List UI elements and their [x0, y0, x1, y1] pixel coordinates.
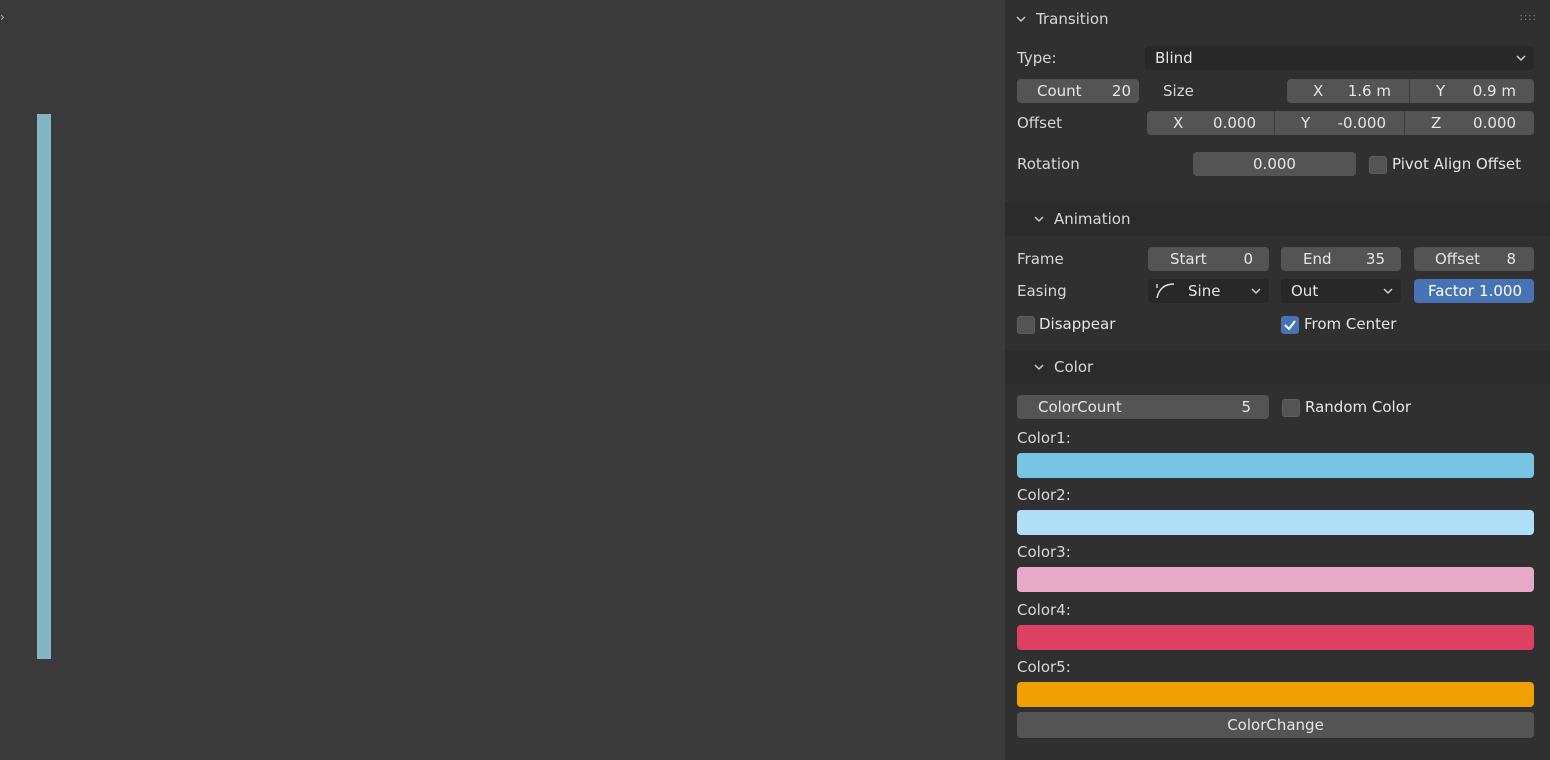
- random-color-label: Random Color: [1305, 398, 1412, 416]
- from-center-label: From Center: [1304, 315, 1397, 333]
- from-center-checkbox[interactable]: [1281, 316, 1299, 334]
- easing-label: Easing: [1017, 282, 1067, 300]
- size-y-label: Y: [1436, 82, 1446, 100]
- disappear-checkbox[interactable]: [1017, 316, 1035, 334]
- disappear-label: Disappear: [1039, 315, 1116, 333]
- factor-field[interactable]: Factor 1.000: [1414, 279, 1534, 303]
- chevron-down-icon: [1516, 55, 1526, 62]
- count-label: Count: [1037, 82, 1082, 100]
- offset-z-value: 0.000: [1473, 114, 1516, 132]
- blind-strip: [37, 114, 51, 659]
- color2-swatch[interactable]: [1017, 510, 1534, 535]
- offset-x-label: X: [1173, 114, 1184, 132]
- colorcount-value: 5: [1241, 398, 1251, 416]
- type-value: Blind: [1155, 49, 1193, 67]
- transition-panel: Transition :::: Type: Blind Count 20 Siz…: [1005, 0, 1550, 760]
- factor-label: Factor: [1428, 282, 1474, 300]
- chevron-down-icon: [1016, 14, 1026, 24]
- chevron-down-icon: [1383, 288, 1393, 295]
- pivot-align-checkbox[interactable]: [1369, 156, 1387, 174]
- panel-header-transition[interactable]: Transition ::::: [1005, 0, 1550, 38]
- start-value: 0: [1243, 250, 1253, 268]
- size-x-label: X: [1313, 82, 1324, 100]
- color3-swatch[interactable]: [1017, 567, 1534, 592]
- end-label: End: [1303, 250, 1332, 268]
- color4-label: Color4:: [1017, 601, 1071, 619]
- pivot-align-label: Pivot Align Offset: [1392, 155, 1522, 173]
- viewport[interactable]: ›: [0, 0, 1005, 760]
- frame-offset-field[interactable]: Offset 8: [1414, 247, 1534, 271]
- size-group: X 1.6 m Y 0.9 m: [1287, 79, 1534, 103]
- panel-header-color[interactable]: Color: [1005, 350, 1550, 384]
- factor-value: 1.000: [1479, 282, 1522, 300]
- colorcount-label: ColorCount: [1038, 398, 1122, 416]
- frame-offset-value: 8: [1506, 250, 1516, 268]
- chevron-down-icon: [1034, 362, 1044, 372]
- color5-swatch[interactable]: [1017, 682, 1534, 707]
- size-label: Size: [1163, 82, 1194, 100]
- rotation-field[interactable]: 0.000: [1193, 152, 1356, 176]
- color1-swatch[interactable]: [1017, 453, 1534, 478]
- rotation-value: 0.000: [1253, 155, 1296, 173]
- offset-y-value: -0.000: [1337, 114, 1386, 132]
- easing-mode-value: Out: [1291, 282, 1319, 300]
- drag-grip-icon[interactable]: ::::: [1520, 12, 1537, 23]
- size-y-value: 0.9 m: [1472, 82, 1516, 100]
- start-label: Start: [1170, 250, 1207, 268]
- count-field[interactable]: Count 20: [1017, 79, 1139, 103]
- size-y-field[interactable]: Y 0.9 m: [1410, 79, 1534, 103]
- easing-curve-icon: [1156, 283, 1175, 299]
- easing-type-dropdown[interactable]: Sine: [1148, 279, 1269, 303]
- offset-z-label: Z: [1431, 114, 1442, 132]
- offset-label: Offset: [1017, 114, 1063, 132]
- offset-z-field[interactable]: Z 0.000: [1405, 111, 1534, 135]
- offset-y-label: Y: [1301, 114, 1311, 132]
- frame-label: Frame: [1017, 250, 1064, 268]
- color1-label: Color1:: [1017, 429, 1071, 447]
- color3-label: Color3:: [1017, 543, 1071, 561]
- colorcount-field[interactable]: ColorCount 5: [1017, 395, 1269, 419]
- chevron-right-icon[interactable]: ›: [0, 10, 5, 24]
- checkmark-icon: [1284, 320, 1296, 331]
- color-title: Color: [1054, 358, 1094, 376]
- type-label: Type:: [1017, 49, 1057, 67]
- size-x-field[interactable]: X 1.6 m: [1287, 79, 1410, 103]
- count-value: 20: [1111, 82, 1131, 100]
- start-field[interactable]: Start 0: [1148, 247, 1269, 271]
- size-x-value: 1.6 m: [1347, 82, 1391, 100]
- random-color-checkbox[interactable]: [1282, 399, 1300, 417]
- panel-header-animation[interactable]: Animation: [1005, 202, 1550, 236]
- offset-x-field[interactable]: X 0.000: [1147, 111, 1275, 135]
- offset-y-field[interactable]: Y -0.000: [1275, 111, 1405, 135]
- chevron-down-icon: [1251, 288, 1261, 295]
- panel-title: Transition: [1036, 10, 1109, 28]
- easing-type-value: Sine: [1188, 282, 1221, 300]
- end-field[interactable]: End 35: [1281, 247, 1401, 271]
- chevron-down-icon: [1034, 214, 1044, 224]
- color5-label: Color5:: [1017, 658, 1071, 676]
- frame-offset-label: Offset: [1435, 250, 1481, 268]
- offset-x-value: 0.000: [1213, 114, 1256, 132]
- color2-label: Color2:: [1017, 486, 1071, 504]
- easing-mode-dropdown[interactable]: Out: [1281, 279, 1401, 303]
- animation-title: Animation: [1054, 210, 1131, 228]
- type-dropdown[interactable]: Blind: [1145, 46, 1534, 70]
- rotation-label: Rotation: [1017, 155, 1080, 173]
- colorchange-button[interactable]: ColorChange: [1017, 712, 1534, 738]
- end-value: 35: [1365, 250, 1385, 268]
- color4-swatch[interactable]: [1017, 625, 1534, 650]
- offset-group: X 0.000 Y -0.000 Z 0.000: [1147, 111, 1534, 135]
